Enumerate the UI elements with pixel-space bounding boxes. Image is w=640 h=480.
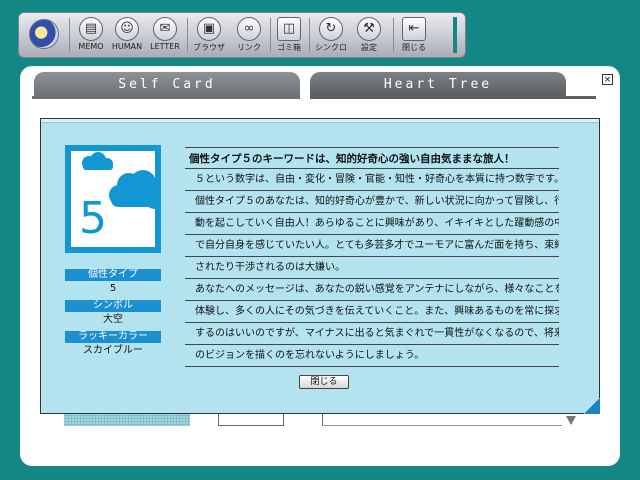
settings-button-label: 設定 — [361, 43, 377, 52]
background-field — [322, 414, 562, 426]
toolbar: ▤ MEMO ☺ HUMAN ✉ LETTER ▣ ブラウザ ∞ リンク ◫ ゴ… — [18, 12, 466, 58]
close-button[interactable]: 閉じる — [299, 375, 349, 389]
tab-underline — [310, 96, 596, 99]
trash-button-label: ゴミ箱 — [277, 43, 301, 52]
symbol-value: 大空 — [103, 314, 123, 325]
description-line: あなたへのメッセージは、あなたの鋭い感覚をアンテナにしながら、様々なことを — [185, 279, 559, 301]
lucky-color-label: ラッキーカラー — [65, 331, 161, 343]
toolbar-separator — [187, 18, 188, 52]
description-line: 体験し、多くの人にその気づきを伝えていくこと。また、興味あるものを常に探求 — [185, 301, 559, 323]
exit-button-label: 閉じる — [402, 43, 426, 52]
description-line: するのはいいのですが、マイナスに出ると気まぐれで一貫性がなくなるので、将来 — [185, 323, 559, 345]
card-number: 5 — [79, 193, 107, 244]
type-value: 5 — [109, 283, 117, 294]
background-button — [218, 414, 284, 426]
description-text: 個性タイプ５のキーワードは、知的好奇心の強い自由気ままな旅人！ ５という数字は、… — [185, 147, 559, 367]
exit-icon: ⇤ — [402, 17, 426, 41]
description-line: 動を起こしていく自由人！あらゆることに興味があり、イキイキとした躍動感の中 — [185, 213, 559, 235]
sync-button-label: シンクロ — [315, 43, 347, 52]
toolbar-separator — [69, 18, 70, 52]
settings-button[interactable]: ⚒ 設定 — [349, 17, 389, 57]
letter-icon: ✉ — [153, 17, 177, 41]
human-button-label: HUMAN — [111, 42, 143, 51]
scroll-down-arrow-icon[interactable] — [566, 416, 576, 425]
description-line: ５という数字は、自由・変化・冒険・官能・知性・好奇心を本質に持つ数字です。 — [185, 169, 559, 191]
app-logo-icon[interactable] — [29, 19, 59, 49]
tab-heart-tree[interactable]: Heart Tree — [310, 72, 566, 96]
page-fold-corner — [584, 398, 600, 414]
window-close-icon[interactable]: × — [602, 74, 613, 85]
description-line: で自分自身を感じていたい人。とても多芸多才でユーモアに富んだ面を持ち、束縛 — [185, 235, 559, 257]
browser-icon: ▣ — [197, 17, 221, 41]
lucky-color-value: スカイブルー — [83, 345, 143, 356]
description-heading: 個性タイプ５のキーワードは、知的好奇心の強い自由気ままな旅人！ — [185, 147, 559, 169]
description-line: のビジョンを描くのを忘れないようにしましょう。 — [185, 345, 559, 367]
link-icon: ∞ — [237, 17, 261, 41]
memo-button[interactable]: ▤ MEMO — [71, 17, 111, 57]
trash-button[interactable]: ◫ ゴミ箱 — [269, 17, 309, 57]
symbol-label: シンボル — [65, 300, 161, 312]
settings-icon: ⚒ — [357, 17, 381, 41]
sync-icon: ↻ — [319, 17, 343, 41]
link-button-label: リンク — [237, 43, 261, 52]
exit-button[interactable]: ⇤ 閉じる — [394, 17, 434, 57]
human-icon: ☺ — [115, 17, 139, 41]
letter-button-label: LETTER — [150, 42, 180, 51]
sync-button[interactable]: ↻ シンクロ — [311, 17, 351, 57]
browser-button-label: ブラウザ — [193, 43, 225, 52]
memo-icon: ▤ — [79, 17, 103, 41]
tab-self-card[interactable]: Self Card — [34, 72, 300, 96]
description-line: されたり干渉されるのは大嫌い。 — [185, 257, 559, 279]
dialog-top-border — [41, 119, 599, 123]
browser-button[interactable]: ▣ ブラウザ — [189, 17, 229, 57]
human-button[interactable]: ☺ HUMAN — [107, 17, 147, 57]
type-label: 個性タイプ — [65, 269, 161, 281]
toolbar-accent-bar — [453, 17, 457, 53]
letter-button[interactable]: ✉ LETTER — [145, 17, 185, 57]
card-image: 5 — [65, 145, 161, 253]
description-line: 個性タイプ５のあなたは、知的好奇心が豊かで、新しい状況に向かって冒険し、行 — [185, 191, 559, 213]
background-pattern — [64, 414, 190, 426]
toolbar-separator — [309, 18, 310, 52]
tab-underline — [32, 96, 300, 99]
link-button[interactable]: ∞ リンク — [229, 17, 269, 57]
trash-icon: ◫ — [277, 17, 301, 41]
card-image-inner: 5 — [71, 151, 155, 247]
memo-button-label: MEMO — [78, 42, 104, 51]
self-card-dialog: 5 個性タイプ 5 シンボル 大空 ラッキーカラー スカイブルー 個性タイプ５の… — [40, 118, 600, 414]
